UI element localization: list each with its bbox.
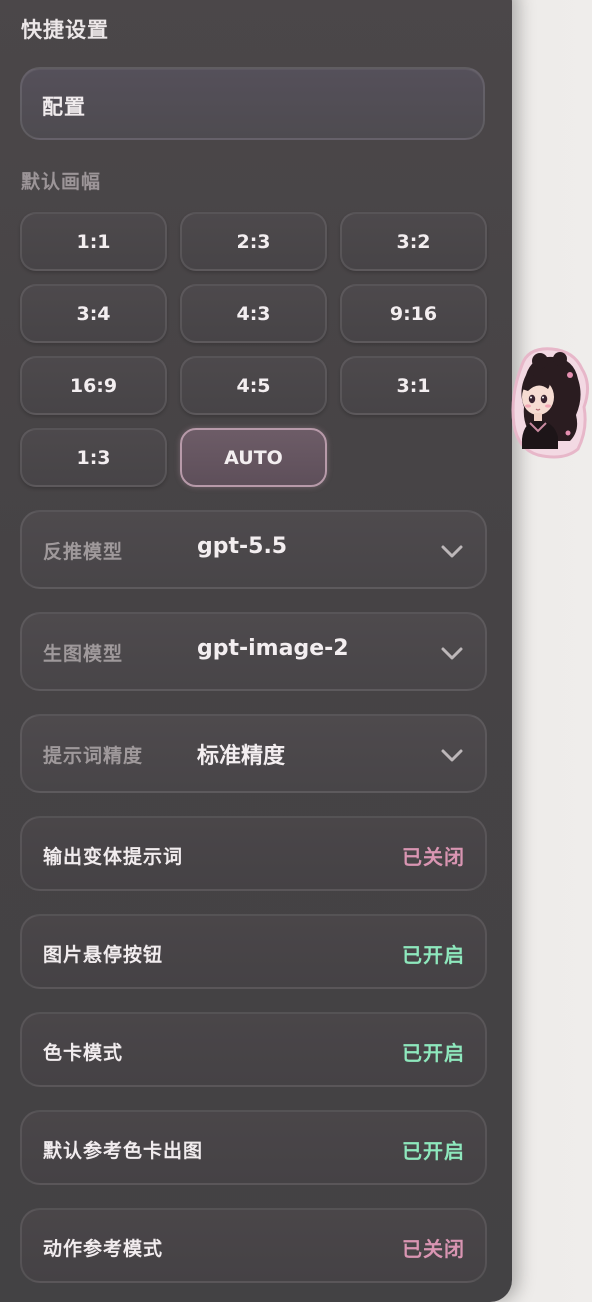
prompt-precision-select[interactable]: 提示词精度 标准精度 bbox=[20, 714, 487, 793]
toggle-variant-prompts[interactable]: 输出变体提示词 已关闭 bbox=[20, 816, 487, 891]
toggle-label: 色卡模式 bbox=[43, 1042, 124, 1064]
ratio-button-16-9[interactable]: 16:9 bbox=[20, 356, 167, 415]
ratio-button-4-5[interactable]: 4:5 bbox=[180, 356, 327, 415]
aspect-ratio-label: 默认画幅 bbox=[21, 171, 102, 193]
app-stage: 快捷设置 配置 默认画幅 1:1 2:3 3:2 3:4 4:3 9:16 16… bbox=[0, 0, 592, 1302]
toggle-default-color-card-reference[interactable]: 默认参考色卡出图 已开启 bbox=[20, 1110, 487, 1185]
chevron-down-icon bbox=[441, 749, 463, 762]
toggle-status: 已开启 bbox=[402, 943, 465, 967]
prompt-precision-label: 提示词精度 bbox=[43, 745, 144, 767]
image-model-value: gpt-image-2 bbox=[197, 636, 349, 661]
ratio-button-3-1[interactable]: 3:1 bbox=[340, 356, 487, 415]
ratio-button-2-3[interactable]: 2:3 bbox=[180, 212, 327, 271]
panel-title: 快捷设置 bbox=[21, 18, 109, 42]
toggle-pose-reference-mode[interactable]: 动作参考模式 已关闭 bbox=[20, 1208, 487, 1283]
toggle-image-hover-buttons[interactable]: 图片悬停按钮 已开启 bbox=[20, 914, 487, 989]
toggle-status: 已开启 bbox=[402, 1041, 465, 1065]
ratio-button-3-4[interactable]: 3:4 bbox=[20, 284, 167, 343]
reverse-model-label: 反推模型 bbox=[43, 541, 124, 563]
config-label: 配置 bbox=[42, 95, 86, 119]
toggle-label: 输出变体提示词 bbox=[43, 846, 184, 868]
quick-settings-panel: 快捷设置 配置 默认画幅 1:1 2:3 3:2 3:4 4:3 9:16 16… bbox=[0, 0, 512, 1302]
image-model-select[interactable]: 生图模型 gpt-image-2 bbox=[20, 612, 487, 691]
ratio-button-auto[interactable]: AUTO bbox=[180, 428, 327, 487]
config-button[interactable]: 配置 bbox=[20, 67, 485, 140]
reverse-model-select[interactable]: 反推模型 gpt-5.5 bbox=[20, 510, 487, 589]
chevron-down-icon bbox=[441, 647, 463, 660]
ratio-button-1-1[interactable]: 1:1 bbox=[20, 212, 167, 271]
toggle-color-card-mode[interactable]: 色卡模式 已开启 bbox=[20, 1012, 487, 1087]
mascot-sticker-icon[interactable] bbox=[508, 345, 592, 463]
ratio-button-3-2[interactable]: 3:2 bbox=[340, 212, 487, 271]
image-model-label: 生图模型 bbox=[43, 643, 124, 665]
ratio-button-4-3[interactable]: 4:3 bbox=[180, 284, 327, 343]
toggle-label: 默认参考色卡出图 bbox=[43, 1140, 204, 1162]
ratio-button-1-3[interactable]: 1:3 bbox=[20, 428, 167, 487]
toggle-status: 已关闭 bbox=[402, 845, 465, 869]
prompt-precision-value: 标准精度 bbox=[197, 744, 286, 769]
toggle-status: 已开启 bbox=[402, 1139, 465, 1163]
toggle-label: 图片悬停按钮 bbox=[43, 944, 164, 966]
toggle-label: 动作参考模式 bbox=[43, 1238, 164, 1260]
ratio-button-9-16[interactable]: 9:16 bbox=[340, 284, 487, 343]
toggle-status: 已关闭 bbox=[402, 1237, 465, 1261]
chevron-down-icon bbox=[441, 545, 463, 558]
reverse-model-value: gpt-5.5 bbox=[197, 534, 288, 559]
